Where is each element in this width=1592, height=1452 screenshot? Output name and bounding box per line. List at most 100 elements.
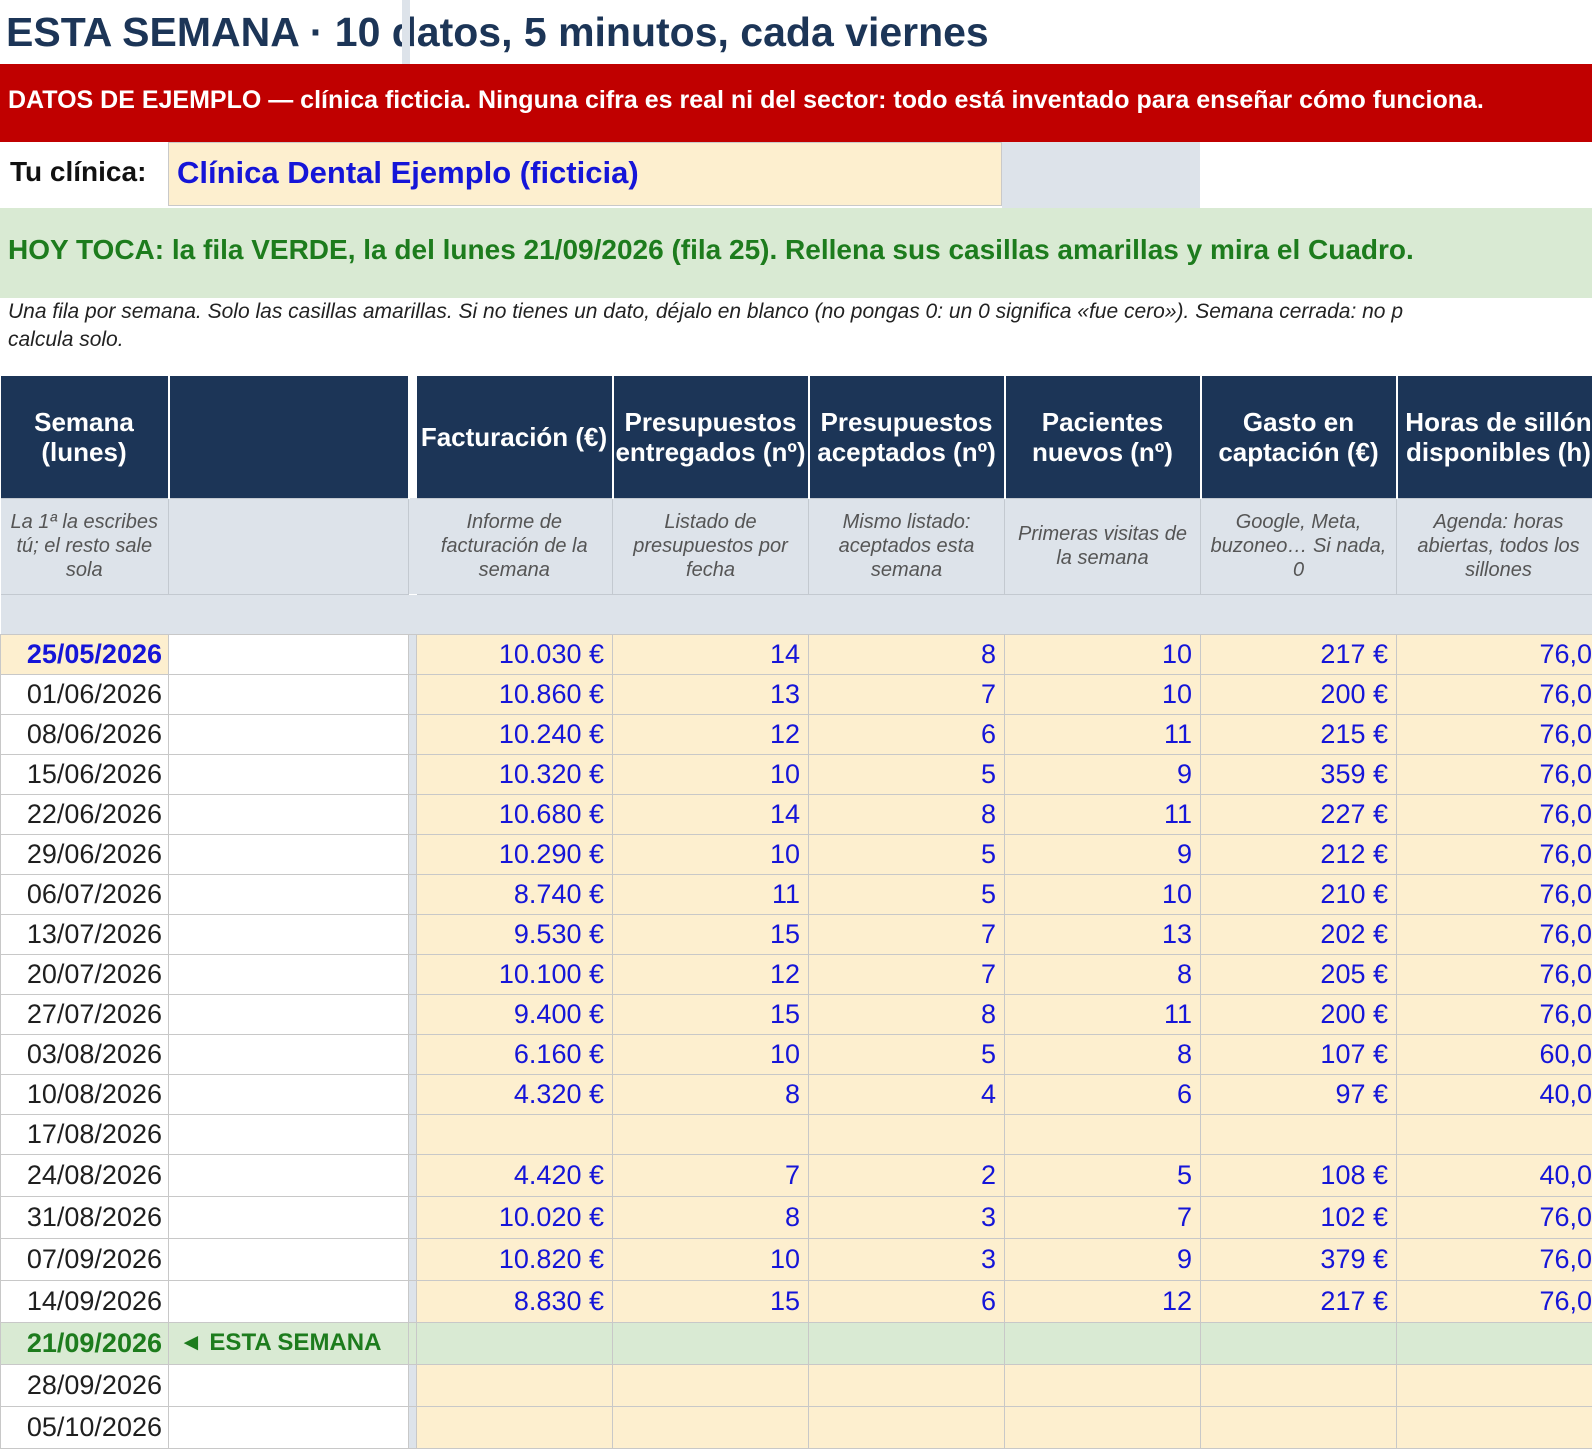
acquisition-spend-cell[interactable]: 108 € [1200,1153,1397,1197]
new-patients-cell[interactable]: 9 [1004,1237,1201,1281]
new-patients-cell[interactable] [1004,1113,1201,1155]
acquisition-spend-cell[interactable]: 359 € [1200,753,1397,795]
blank-cell[interactable] [168,913,409,955]
sheet-title[interactable]: ESTA SEMANA · 10 datos, 5 minutos, cada … [6,8,988,56]
blank-cell[interactable] [168,1073,409,1115]
chair-hours-cell[interactable]: 40,0 [1396,1153,1592,1197]
quotes-delivered-cell[interactable] [612,1405,809,1449]
new-patients-cell[interactable]: 10 [1004,673,1201,715]
quotes-accepted-cell[interactable]: 8 [808,793,1005,835]
header-blank[interactable] [168,376,410,498]
acquisition-spend-cell[interactable] [1200,1405,1397,1449]
revenue-cell[interactable] [416,1113,613,1155]
quotes-accepted-cell[interactable]: 7 [808,673,1005,715]
week-date-cell[interactable]: 25/05/2026 [0,633,169,675]
revenue-cell[interactable] [416,1363,613,1407]
week-date-cell[interactable]: 01/06/2026 [0,673,169,715]
quotes-accepted-cell[interactable]: 5 [808,753,1005,795]
blank-cell[interactable] [168,633,409,675]
acquisition-spend-cell[interactable]: 379 € [1200,1237,1397,1281]
blank-cell[interactable] [168,753,409,795]
revenue-cell[interactable]: 10.860 € [416,673,613,715]
hint-week[interactable]: La 1ª la escribes tú; el resto sale sola [0,497,169,595]
new-patients-cell[interactable] [1004,1405,1201,1449]
acquisition-spend-cell[interactable] [1200,1363,1397,1407]
quotes-delivered-cell[interactable]: 10 [612,1237,809,1281]
revenue-cell[interactable]: 4.320 € [416,1073,613,1115]
quotes-delivered-cell[interactable]: 12 [612,713,809,755]
acquisition-spend-cell[interactable]: 212 € [1200,833,1397,875]
revenue-cell[interactable]: 4.420 € [416,1153,613,1197]
week-date-cell[interactable]: 10/08/2026 [0,1073,169,1115]
new-patients-cell[interactable]: 9 [1004,753,1201,795]
chair-hours-cell[interactable]: 76,0 [1396,673,1592,715]
revenue-cell[interactable]: 10.290 € [416,833,613,875]
blank-cell[interactable] [168,1113,409,1155]
hint-quotes-delivered[interactable]: Listado de presupuestos por fecha [612,497,809,595]
blank-cell[interactable] [168,953,409,995]
quotes-accepted-cell[interactable] [808,1321,1005,1365]
header-chair-hours[interactable]: Horas de sillón disponibles (h) [1396,376,1592,498]
blank-cell[interactable] [168,873,409,915]
hint-revenue[interactable]: Informe de facturación de la semana [416,497,613,595]
quotes-delivered-cell[interactable] [612,1363,809,1407]
revenue-cell[interactable]: 10.680 € [416,793,613,835]
quotes-delivered-cell[interactable]: 15 [612,993,809,1035]
revenue-cell[interactable]: 10.320 € [416,753,613,795]
revenue-cell[interactable]: 8.740 € [416,873,613,915]
revenue-cell[interactable]: 10.100 € [416,953,613,995]
quotes-accepted-cell[interactable]: 5 [808,1033,1005,1075]
hint-acquisition-spend[interactable]: Google, Meta, buzoneo… Si nada, 0 [1200,497,1397,595]
week-date-cell[interactable]: 13/07/2026 [0,913,169,955]
chair-hours-cell[interactable] [1396,1405,1592,1449]
acquisition-spend-cell[interactable] [1200,1321,1397,1365]
new-patients-cell[interactable]: 13 [1004,913,1201,955]
blank-cell[interactable] [168,1279,409,1323]
revenue-cell[interactable]: 10.820 € [416,1237,613,1281]
blank-cell[interactable] [168,1363,409,1407]
blank-cell[interactable] [168,993,409,1035]
chair-hours-cell[interactable]: 76,0 [1396,1195,1592,1239]
week-date-cell[interactable]: 07/09/2026 [0,1237,169,1281]
new-patients-cell[interactable] [1004,1321,1201,1365]
week-date-cell[interactable]: 21/09/2026 [0,1321,169,1365]
acquisition-spend-cell[interactable]: 217 € [1200,633,1397,675]
week-date-cell[interactable]: 05/10/2026 [0,1405,169,1449]
chair-hours-cell[interactable]: 60,0 [1396,1033,1592,1075]
current-week-marker[interactable]: ◄ ESTA SEMANA [168,1321,409,1365]
quotes-accepted-cell[interactable]: 5 [808,873,1005,915]
blank-cell[interactable] [168,1405,409,1449]
quotes-accepted-cell[interactable]: 6 [808,1279,1005,1323]
quotes-accepted-cell[interactable]: 3 [808,1237,1005,1281]
clinic-name-input[interactable]: Clínica Dental Ejemplo (ficticia) [168,142,1002,206]
new-patients-cell[interactable]: 10 [1004,873,1201,915]
chair-hours-cell[interactable] [1396,1113,1592,1155]
acquisition-spend-cell[interactable]: 217 € [1200,1279,1397,1323]
revenue-cell[interactable] [416,1321,613,1365]
acquisition-spend-cell[interactable]: 215 € [1200,713,1397,755]
week-date-cell[interactable]: 28/09/2026 [0,1363,169,1407]
quotes-accepted-cell[interactable]: 8 [808,633,1005,675]
week-date-cell[interactable]: 15/06/2026 [0,753,169,795]
new-patients-cell[interactable]: 11 [1004,993,1201,1035]
hint-quotes-accepted[interactable]: Mismo listado: aceptados esta semana [808,497,1005,595]
quotes-delivered-cell[interactable]: 7 [612,1153,809,1197]
blank-cell[interactable] [168,1237,409,1281]
quotes-delivered-cell[interactable]: 14 [612,633,809,675]
acquisition-spend-cell[interactable] [1200,1113,1397,1155]
blank-cell[interactable] [168,1195,409,1239]
acquisition-spend-cell[interactable]: 227 € [1200,793,1397,835]
quotes-accepted-cell[interactable]: 4 [808,1073,1005,1115]
chair-hours-cell[interactable] [1396,1321,1592,1365]
quotes-accepted-cell[interactable]: 6 [808,713,1005,755]
quotes-accepted-cell[interactable] [808,1405,1005,1449]
quotes-delivered-cell[interactable]: 12 [612,953,809,995]
chair-hours-cell[interactable]: 76,0 [1396,753,1592,795]
revenue-cell[interactable] [416,1405,613,1449]
chair-hours-cell[interactable]: 76,0 [1396,873,1592,915]
chair-hours-cell[interactable]: 76,0 [1396,993,1592,1035]
chair-hours-cell[interactable]: 76,0 [1396,1237,1592,1281]
quotes-delivered-cell[interactable]: 13 [612,673,809,715]
header-quotes-delivered[interactable]: Presupuestos entregados (nº) [612,376,810,498]
new-patients-cell[interactable]: 9 [1004,833,1201,875]
